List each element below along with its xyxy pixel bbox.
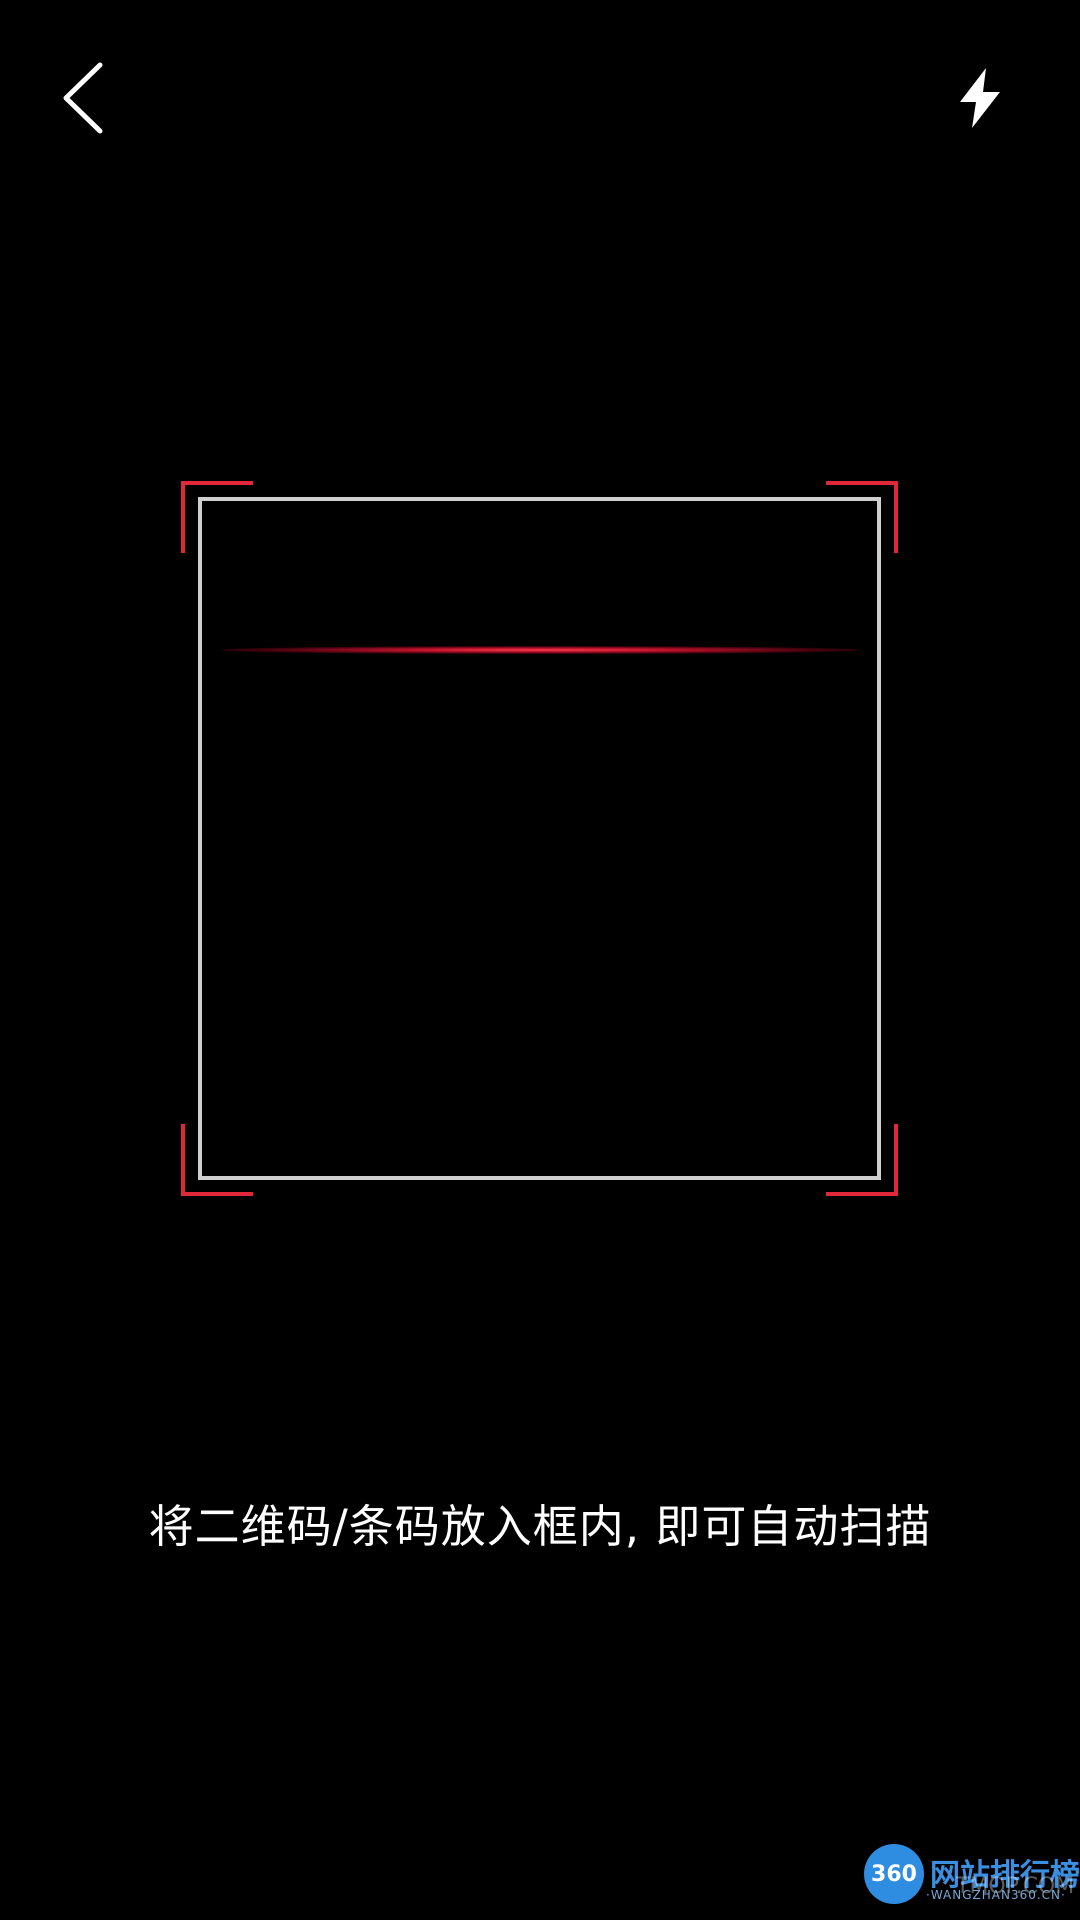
scan-corner-bottom-left (181, 1124, 253, 1196)
watermark: 360 网站排行榜 TMOP.COM ·WANGZHAN360.CN· (864, 1844, 1080, 1914)
lightning-bolt-icon (956, 66, 1004, 134)
back-button[interactable] (60, 60, 140, 140)
scan-corner-top-left (181, 481, 253, 553)
scan-corner-bottom-right (826, 1124, 898, 1196)
scan-corner-top-right (826, 481, 898, 553)
scan-line (220, 646, 860, 654)
watermark-domain: ·WANGZHAN360.CN· (926, 1888, 1066, 1902)
chevron-left-icon (60, 61, 104, 139)
scan-frame (198, 497, 881, 1180)
watermark-badge: 360 (864, 1844, 924, 1904)
scan-hint-text: 将二维码/条码放入框内, 即可自动扫描 (148, 1500, 932, 1553)
flash-toggle-button[interactable] (940, 60, 1020, 140)
